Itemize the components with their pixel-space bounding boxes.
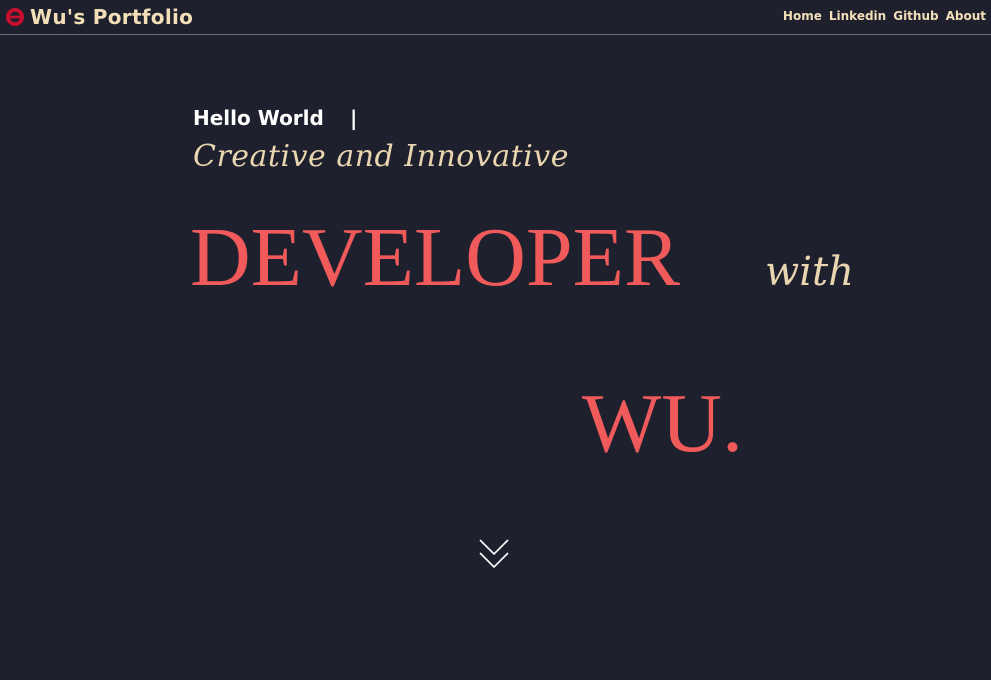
top-navbar: Wu's Portfolio Home Linkedin Github Abou…: [0, 0, 991, 35]
double-chevron-down-icon: [479, 539, 509, 569]
portfolio-logo-icon: [6, 8, 24, 26]
hero-greeting: Hello World: [193, 106, 324, 130]
typing-cursor: |: [350, 106, 358, 130]
hero-headline: DEVELOPER: [190, 211, 680, 304]
brand[interactable]: Wu's Portfolio: [5, 4, 193, 30]
nav-github-link[interactable]: Github: [893, 9, 938, 23]
hero-name: WU.: [582, 377, 743, 470]
nav-linkedin-link[interactable]: Linkedin: [829, 9, 886, 23]
main-nav: Home Linkedin Github About: [783, 9, 986, 23]
site-title: Wu's Portfolio: [30, 5, 194, 29]
hero-tagline: Creative and Innovative: [193, 139, 570, 174]
scroll-down-button[interactable]: [478, 537, 510, 571]
nav-home-link[interactable]: Home: [783, 9, 822, 23]
hero-connector: with: [765, 249, 854, 295]
nav-about-link[interactable]: About: [946, 9, 986, 23]
